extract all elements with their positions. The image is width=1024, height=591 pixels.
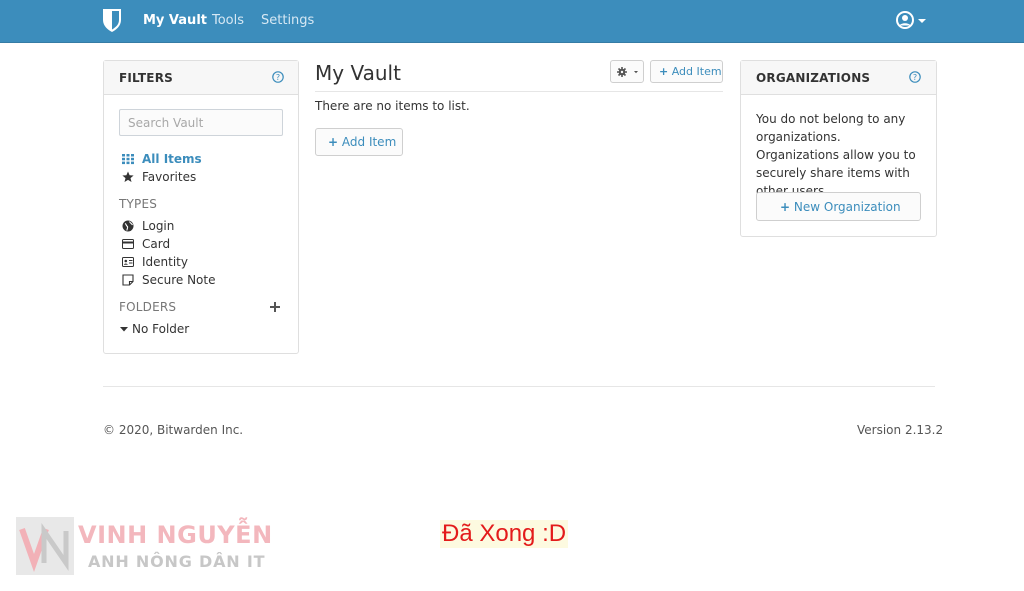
footer-copyright: © 2020, Bitwarden Inc. bbox=[103, 423, 244, 437]
filters-panel: FILTERS ? All Items Favorites TYPES Logi… bbox=[103, 60, 299, 354]
help-icon[interactable]: ? bbox=[909, 71, 921, 83]
user-circle-icon bbox=[896, 11, 926, 29]
organizations-message: You do not belong to any organizations. … bbox=[756, 112, 916, 198]
title-divider bbox=[315, 91, 723, 92]
nav-settings[interactable]: Settings bbox=[261, 13, 314, 28]
add-item-small-button[interactable]: + Add Item bbox=[650, 60, 723, 83]
id-card-icon bbox=[122, 257, 134, 267]
watermark-logo bbox=[16, 517, 74, 575]
types-heading: TYPES bbox=[119, 197, 158, 211]
nav-my-vault[interactable]: My Vault bbox=[143, 13, 207, 28]
add-folder-icon[interactable] bbox=[270, 302, 280, 312]
nav-tools[interactable]: Tools bbox=[212, 13, 244, 28]
plus-icon: + bbox=[328, 135, 339, 149]
gear-icon bbox=[617, 67, 638, 77]
empty-vault-message: There are no items to list. bbox=[315, 99, 470, 113]
svg-text:?: ? bbox=[913, 73, 917, 82]
organizations-title: ORGANIZATIONS bbox=[756, 71, 871, 85]
plus-icon: + bbox=[780, 200, 791, 214]
filter-type-secure-note-label: Secure Note bbox=[142, 273, 216, 287]
note-icon bbox=[122, 274, 134, 286]
globe-icon bbox=[122, 220, 134, 232]
watermark-line1: VINH NGUYỄN bbox=[78, 521, 273, 549]
caret-down-icon bbox=[120, 327, 128, 332]
search-vault-input[interactable] bbox=[119, 109, 283, 136]
filter-type-identity-label: Identity bbox=[142, 255, 188, 269]
filters-header: FILTERS ? bbox=[104, 61, 298, 95]
watermark-line2: ANH NÔNG DÂN IT bbox=[88, 552, 266, 571]
filter-type-login-label: Login bbox=[142, 219, 175, 233]
filter-all-items-label: All Items bbox=[142, 152, 202, 166]
filter-favorites-label: Favorites bbox=[142, 170, 197, 184]
help-icon[interactable]: ? bbox=[272, 71, 284, 83]
svg-text:?: ? bbox=[276, 73, 280, 82]
folder-no-folder-label: No Folder bbox=[132, 322, 190, 336]
filter-type-card-label: Card bbox=[142, 237, 171, 251]
account-menu[interactable] bbox=[895, 11, 929, 31]
page-title: My Vault bbox=[315, 61, 401, 85]
add-item-label: Add Item bbox=[341, 135, 397, 149]
grid-icon bbox=[122, 154, 134, 165]
footer-divider bbox=[103, 386, 935, 387]
folders-heading: FOLDERS bbox=[119, 300, 177, 314]
organizations-panel: ORGANIZATIONS ? You do not belong to any… bbox=[740, 60, 937, 237]
footer-version: Version 2.13.2 bbox=[857, 423, 944, 437]
add-item-small-label: Add Item bbox=[671, 65, 722, 78]
top-navbar: My Vault Tools Settings bbox=[0, 0, 1024, 43]
filters-title: FILTERS bbox=[119, 71, 173, 85]
plus-icon: + bbox=[659, 65, 669, 78]
star-icon bbox=[122, 171, 134, 182]
add-item-button[interactable]: + Add Item bbox=[315, 128, 403, 156]
vault-options-button[interactable] bbox=[610, 60, 644, 83]
caret-down-icon bbox=[918, 19, 926, 23]
done-caption: Đã Xong :D bbox=[440, 520, 569, 548]
credit-card-icon bbox=[122, 239, 134, 249]
new-organization-label: New Organization bbox=[793, 200, 901, 214]
organizations-header: ORGANIZATIONS ? bbox=[741, 61, 936, 95]
new-organization-button[interactable]: + New Organization bbox=[756, 192, 921, 221]
bitwarden-shield-logo[interactable] bbox=[102, 8, 122, 33]
